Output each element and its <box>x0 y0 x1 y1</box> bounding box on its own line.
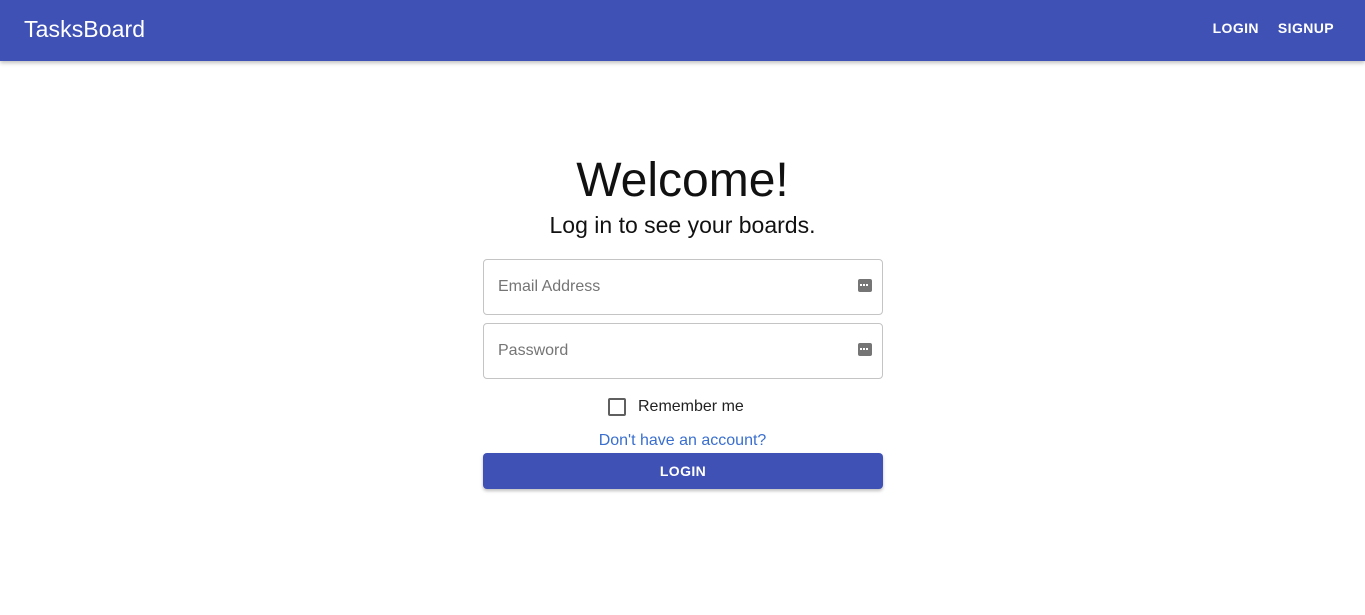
password-input[interactable] <box>484 324 882 378</box>
remember-me-checkbox[interactable] <box>608 398 626 416</box>
top-nav: LOGIN SIGNUP <box>1194 18 1334 38</box>
app-brand[interactable]: TasksBoard <box>24 14 145 44</box>
page-subtitle: Log in to see your boards. <box>549 212 816 238</box>
autofill-key-icon[interactable] <box>858 343 872 356</box>
login-submit-button[interactable]: LOGIN <box>483 453 883 489</box>
nav-signup-button[interactable]: SIGNUP <box>1259 18 1334 38</box>
remember-me[interactable]: Remember me <box>608 395 744 419</box>
signup-link-row: Don't have an account? <box>0 430 1365 452</box>
login-page: Welcome! Log in to see your boards. Reme… <box>0 61 1365 615</box>
email-field[interactable] <box>483 259 883 315</box>
autofill-key-icon[interactable] <box>858 279 872 292</box>
signup-link[interactable]: Don't have an account? <box>599 432 767 449</box>
nav-login-button[interactable]: LOGIN <box>1194 18 1259 38</box>
password-field[interactable] <box>483 323 883 379</box>
app-bar: TasksBoard LOGIN SIGNUP <box>0 0 1365 61</box>
remember-me-label[interactable]: Remember me <box>638 395 744 419</box>
page-title: Welcome! <box>576 154 789 207</box>
email-input[interactable] <box>484 260 882 314</box>
